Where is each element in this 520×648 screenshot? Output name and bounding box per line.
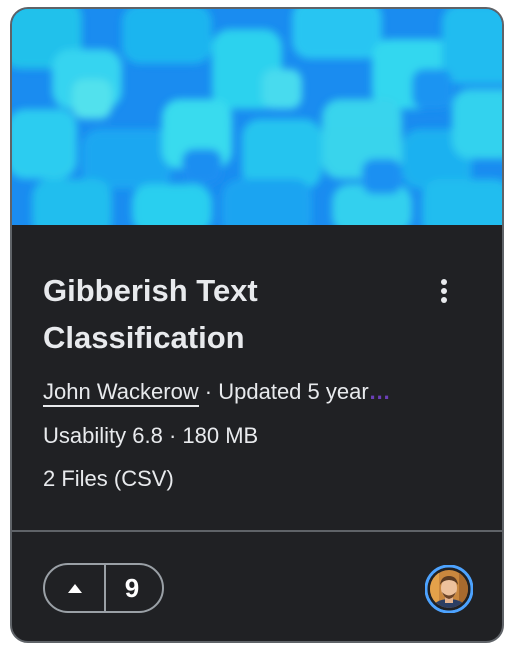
- more-options-button[interactable]: [424, 271, 464, 311]
- upvote-button[interactable]: [45, 565, 106, 611]
- upvote-count: 9: [124, 572, 140, 603]
- dataset-title[interactable]: Gibberish Text Classification: [43, 267, 373, 361]
- triangle-up-icon: [67, 583, 82, 593]
- thumbnail-pattern: [12, 9, 502, 225]
- usability-size-line: Usability 6.8 · 180 MB: [43, 423, 259, 448]
- card-divider: [12, 530, 502, 532]
- author-link[interactable]: John Wackerow: [43, 379, 199, 407]
- ellipsis-icon: …: [368, 379, 392, 404]
- updated-text: · Updated 5 year: [198, 379, 369, 404]
- dataset-thumbnail[interactable]: [12, 9, 502, 225]
- user-avatar[interactable]: [424, 564, 474, 614]
- files-line: 2 Files (CSV): [43, 466, 174, 491]
- dataset-card[interactable]: Gibberish Text Classification John Wacke…: [10, 7, 504, 643]
- upvote-control: 9: [43, 563, 164, 613]
- more-vertical-icon: [441, 279, 447, 303]
- author-updated-line: John Wackerow · Updated 5 year…: [43, 377, 473, 407]
- avatar-image: [424, 564, 474, 614]
